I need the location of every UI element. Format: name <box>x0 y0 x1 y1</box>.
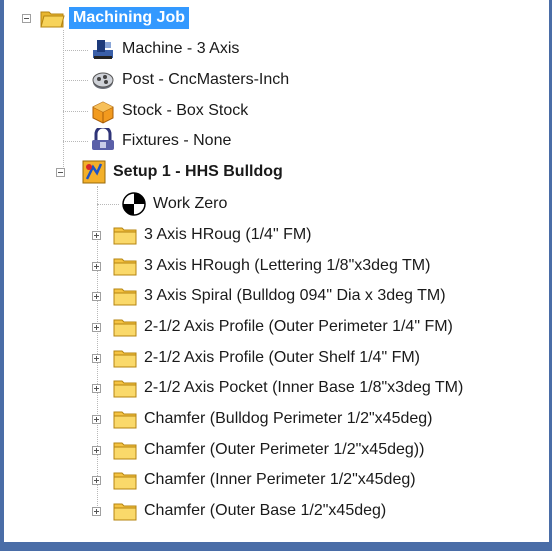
expand-toggle[interactable] <box>92 322 101 332</box>
tree-node-label: Post - CncMasters-Inch <box>122 71 290 88</box>
tree-node-post[interactable]: Post - CncMasters-Inch <box>90 66 289 94</box>
work-zero-icon <box>121 191 147 217</box>
expand-toggle[interactable] <box>92 445 101 455</box>
tree-node-label: Machining Job <box>69 7 189 29</box>
expand-toggle[interactable] <box>92 230 101 240</box>
tree-node-label: Chamfer (Inner Perimeter 1/2"x45deg) <box>144 471 416 488</box>
fixtures-icon <box>90 128 116 154</box>
post-icon <box>90 67 116 93</box>
folder-icon <box>112 437 138 463</box>
tree-node-stock[interactable]: Stock - Box Stock <box>90 97 248 125</box>
tree-node-work-zero[interactable]: Work Zero <box>121 190 227 218</box>
window-frame: Machining Job Machine - 3 Axis Post - Cn… <box>0 0 552 551</box>
folder-icon <box>112 222 138 248</box>
tree-node-label: 3 Axis Spiral (Bulldog 094" Dia x 3deg T… <box>144 287 446 304</box>
tree-node-label: 2-1/2 Axis Pocket (Inner Base 1/8"x3deg … <box>144 379 464 396</box>
operation-item[interactable]: Chamfer (Bulldog Perimeter 1/2"x45deg) <box>92 405 432 433</box>
machining-job-tree-panel: Machining Job Machine - 3 Axis Post - Cn… <box>4 0 549 542</box>
folder-icon <box>112 467 138 493</box>
expand-toggle[interactable] <box>92 475 101 485</box>
operation-item[interactable]: 2-1/2 Axis Profile (Outer Shelf 1/4" FM) <box>92 344 420 372</box>
operation-item[interactable]: Chamfer (Outer Base 1/2"x45deg) <box>92 497 386 525</box>
expand-toggle[interactable] <box>92 506 101 516</box>
tree-connector <box>63 80 88 81</box>
tree-node-label: Chamfer (Outer Base 1/2"x45deg) <box>144 502 387 519</box>
tree-connector <box>63 111 88 112</box>
expand-toggle[interactable] <box>92 353 101 363</box>
tree-connector <box>97 204 119 205</box>
tree-node-label: Stock - Box Stock <box>122 102 249 119</box>
tree-node-label: Machine - 3 Axis <box>122 40 240 57</box>
folder-icon <box>112 498 138 524</box>
stock-box-icon <box>90 98 116 124</box>
tree-connector <box>63 141 88 142</box>
tree-connector <box>63 30 64 175</box>
tree-node-label: 3 Axis HRough (Lettering 1/8"x3deg TM) <box>144 257 431 274</box>
operation-item[interactable]: 2-1/2 Axis Profile (Outer Perimeter 1/4"… <box>92 313 453 341</box>
operation-item[interactable]: Chamfer (Outer Perimeter 1/2"x45deg)) <box>92 436 424 464</box>
operation-item[interactable]: Chamfer (Inner Perimeter 1/2"x45deg) <box>92 466 416 494</box>
machine-icon <box>90 36 116 62</box>
operation-item[interactable]: 3 Axis Spiral (Bulldog 094" Dia x 3deg T… <box>92 282 446 310</box>
setup-icon <box>81 159 107 185</box>
collapse-toggle[interactable] <box>56 167 65 177</box>
tree-node-machine[interactable]: Machine - 3 Axis <box>90 35 239 63</box>
job-tree: Machining Job Machine - 3 Axis Post - Cn… <box>4 0 549 542</box>
tree-node-label: 3 Axis HRoug (1/4" FM) <box>144 226 312 243</box>
machining-job-folder-icon <box>39 5 65 31</box>
tree-node-fixtures[interactable]: Fixtures - None <box>90 127 231 155</box>
tree-node-label: Fixtures - None <box>122 132 232 149</box>
tree-connector <box>63 50 88 51</box>
operation-item[interactable]: 2-1/2 Axis Pocket (Inner Base 1/8"x3deg … <box>92 374 463 402</box>
operation-item[interactable]: 3 Axis HRough (Lettering 1/8"x3deg TM) <box>92 252 430 280</box>
folder-icon <box>112 314 138 340</box>
tree-node-label: Chamfer (Bulldog Perimeter 1/2"x45deg) <box>144 410 433 427</box>
operation-item[interactable]: 3 Axis HRoug (1/4" FM) <box>92 221 312 249</box>
folder-icon <box>112 375 138 401</box>
tree-node-label: Chamfer (Outer Perimeter 1/2"x45deg)) <box>144 441 425 458</box>
folder-icon <box>112 345 138 371</box>
folder-icon <box>112 253 138 279</box>
tree-node-setup[interactable]: Setup 1 - HHS Bulldog <box>56 158 283 186</box>
collapse-toggle[interactable] <box>22 13 31 23</box>
expand-toggle[interactable] <box>92 261 101 271</box>
tree-node-label: 2-1/2 Axis Profile (Outer Shelf 1/4" FM) <box>144 349 420 366</box>
folder-icon <box>112 283 138 309</box>
expand-toggle[interactable] <box>92 414 101 424</box>
expand-toggle[interactable] <box>92 291 101 301</box>
tree-node-label: Setup 1 - HHS Bulldog <box>113 163 283 180</box>
folder-icon <box>112 406 138 432</box>
tree-node-label: 2-1/2 Axis Profile (Outer Perimeter 1/4"… <box>144 318 453 335</box>
tree-node-machining-job[interactable]: Machining Job <box>22 4 189 32</box>
tree-node-label: Work Zero <box>153 195 228 212</box>
expand-toggle[interactable] <box>92 383 101 393</box>
